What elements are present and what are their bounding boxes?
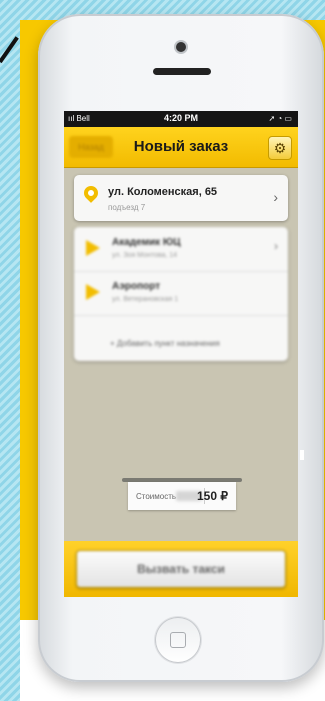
fare-label: Стоимость <box>136 492 177 501</box>
status-time: 4:20 PM <box>164 113 199 123</box>
front-camera <box>176 42 186 52</box>
destination-item[interactable]: Академик ЮЦ ул. Зоя Монтова, 14 › <box>74 227 288 272</box>
destination-arrow-icon <box>86 240 100 256</box>
call-taxi-button[interactable]: Вызвать такси <box>76 550 286 588</box>
destination-arrow-icon <box>86 284 100 300</box>
fare-ticket: Стоимость 150 ₽ <box>128 482 236 510</box>
pickup-address-card[interactable]: ул. Коломенская, 65 подъезд 7 › <box>74 175 288 221</box>
earpiece-speaker <box>153 68 211 75</box>
destination-name: Академик ЮЦ <box>112 237 181 248</box>
carrier-label: ııl Bell <box>68 114 90 123</box>
background-pattern-left <box>0 0 20 701</box>
location-pin-icon <box>81 183 101 203</box>
nav-bar: Назад Новый заказ ⚙ <box>64 127 298 168</box>
phone-frame: ııl Bell 4:20 PM ➚ ◔ ▭ Назад Новый заказ… <box>38 14 324 682</box>
home-button[interactable] <box>155 617 201 663</box>
bottom-bar: Вызвать такси <box>64 541 298 597</box>
destination-address: ул. Зоя Монтова, 14 <box>112 252 178 259</box>
settings-button[interactable]: ⚙ <box>268 136 292 160</box>
chevron-right-icon: › <box>273 189 278 205</box>
destination-item[interactable]: Аэропорт ул. Ветерановская 1 <box>74 271 288 316</box>
pickup-entrance: подъезд 7 <box>108 203 146 212</box>
destinations-card: Академик ЮЦ ул. Зоя Монтова, 14 › Аэропо… <box>74 227 288 361</box>
destination-name: Аэропорт <box>112 281 161 292</box>
page-title: Новый заказ <box>133 138 229 155</box>
chevron-right-icon: › <box>274 239 278 253</box>
status-bar: ııl Bell 4:20 PM ➚ ◔ ▭ <box>64 111 298 127</box>
pickup-address: ул. Коломенская, 65 <box>108 186 218 198</box>
side-highlight <box>300 450 304 460</box>
gear-icon: ⚙ <box>273 140 287 156</box>
status-icons: ➚ ◔ ▭ <box>268 114 292 123</box>
add-destination-link[interactable]: + Добавить пункт назначения <box>110 339 220 348</box>
app-screen: ııl Bell 4:20 PM ➚ ◔ ▭ Назад Новый заказ… <box>64 111 298 597</box>
home-square-icon <box>170 632 186 648</box>
destination-address: ул. Ветерановская 1 <box>112 296 179 303</box>
fare-price: 150 ₽ <box>197 489 228 503</box>
